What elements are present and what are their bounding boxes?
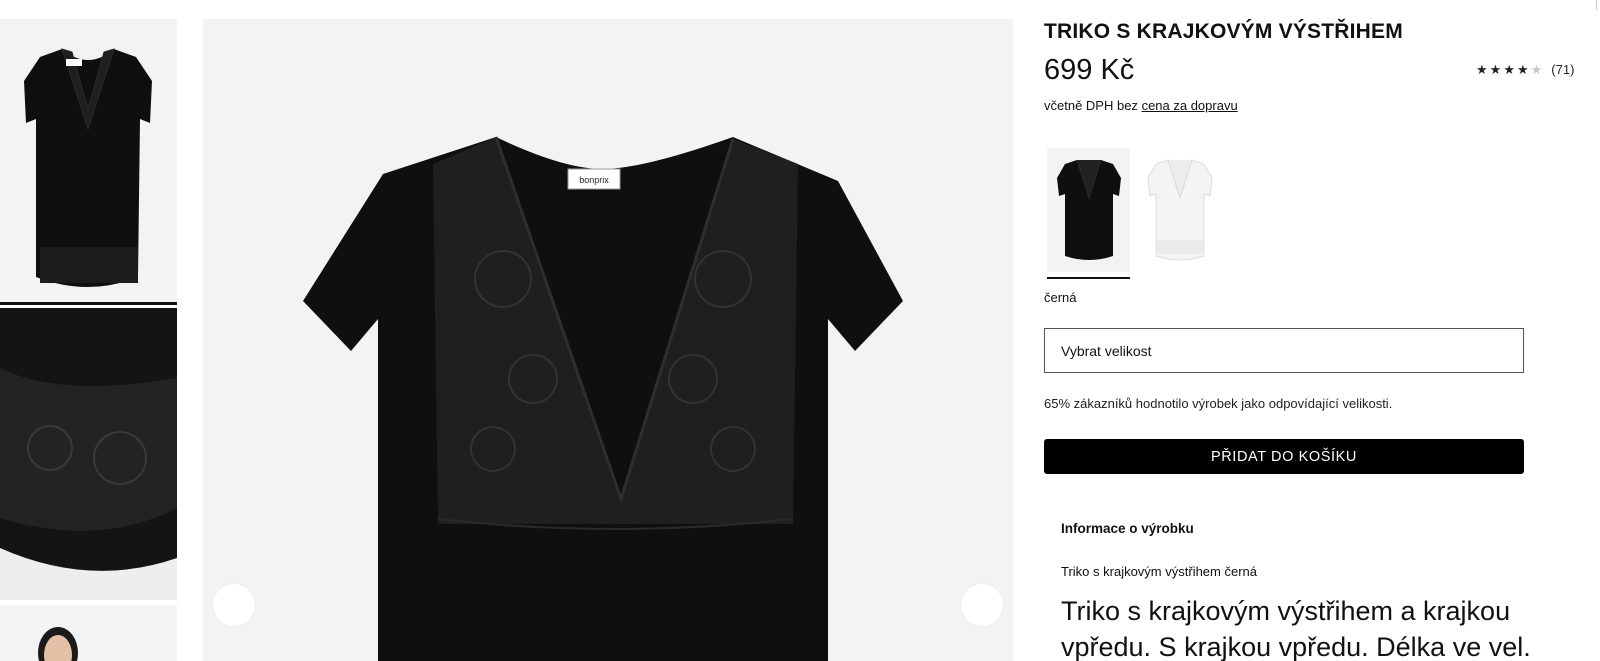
product-description: Triko s krajkovým výstřihem a krajkou vp…: [1061, 596, 1531, 661]
product-info-subtitle: Triko s krajkovým výstřihem černá: [1061, 564, 1257, 579]
color-swatches: [1047, 148, 1221, 279]
black-shirt-swatch-image: [1057, 159, 1121, 260]
thumbnail-model[interactable]: [0, 605, 177, 661]
shipping-cost-link[interactable]: cena za dopravu: [1142, 98, 1238, 113]
product-page: bonprix TRIKO S KRAJKOVÝM VÝSTŘIHEM 699 …: [0, 0, 1600, 661]
vat-text: včetně DPH bez: [1044, 98, 1138, 113]
thumbnail-gallery: [0, 19, 177, 661]
lace-detail-image: [0, 308, 177, 600]
product-price: 699 Kč: [1044, 54, 1135, 86]
star-icon: ★: [1503, 62, 1515, 77]
brand-tag-text: bonprix: [579, 175, 609, 185]
product-info-heading[interactable]: Informace o výrobku: [1061, 521, 1194, 536]
next-image-button[interactable]: [961, 584, 1003, 626]
size-select[interactable]: Vybrat velikost: [1044, 328, 1524, 373]
scrollbar[interactable]: [1596, 0, 1600, 10]
rating-summary[interactable]: ★ ★ ★ ★ ★ (71): [1476, 62, 1574, 77]
star-icon: ★: [1530, 62, 1543, 77]
thumbnail-front[interactable]: [0, 19, 177, 305]
model-image: [38, 627, 78, 661]
rating-count: (71): [1551, 62, 1575, 77]
shirt-thumbnail-image: [24, 48, 152, 287]
star-icon: ★: [1516, 62, 1529, 77]
color-swatch-white[interactable]: [1138, 148, 1221, 272]
selected-color-label: černá: [1044, 290, 1077, 305]
star-icon: ★: [1476, 62, 1488, 77]
size-fit-note: 65% zákazníků hodnotilo výrobek jako odp…: [1044, 396, 1393, 411]
previous-image-button[interactable]: [213, 584, 255, 626]
main-product-image[interactable]: bonprix: [203, 19, 1013, 661]
add-to-cart-button[interactable]: PŘIDAT DO KOŠÍKU: [1044, 439, 1524, 474]
product-title: TRIKO S KRAJKOVÝM VÝSTŘIHEM: [1044, 20, 1403, 43]
color-swatch-black[interactable]: [1047, 148, 1130, 279]
thumbnail-lace-detail[interactable]: [0, 308, 177, 600]
white-shirt-swatch-image: [1147, 159, 1213, 261]
shirt-main-image: bonprix: [303, 136, 903, 661]
star-icon: ★: [1489, 62, 1502, 77]
rating-stars: ★ ★ ★ ★ ★: [1476, 63, 1542, 76]
vat-note: včetně DPH bez cena za dopravu: [1044, 98, 1238, 113]
